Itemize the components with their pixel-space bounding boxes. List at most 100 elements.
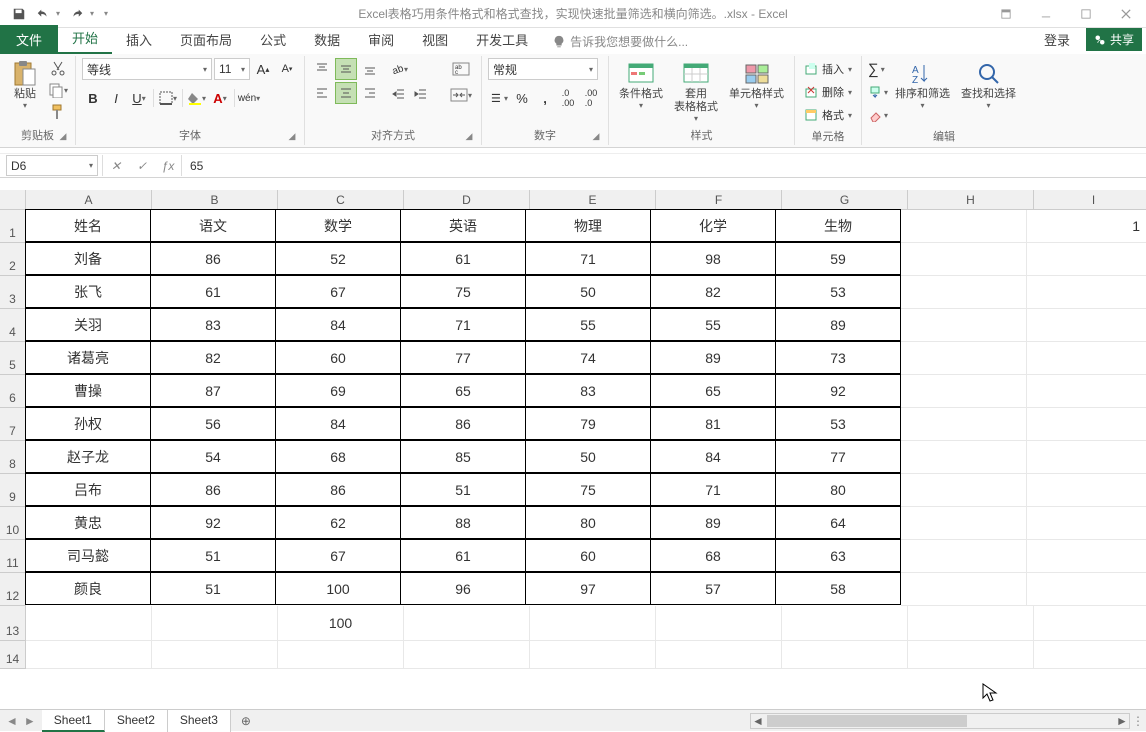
row-header-9[interactable]: 9 — [0, 474, 26, 507]
increase-decimal-button[interactable]: .0.00 — [557, 87, 579, 109]
cell-B14[interactable] — [152, 641, 278, 669]
horizontal-scrollbar[interactable]: ◄ ► — [750, 713, 1130, 729]
cell-E14[interactable] — [530, 641, 656, 669]
font-color-button[interactable]: A▾ — [209, 87, 231, 109]
tab-review[interactable]: 审阅 — [354, 25, 408, 54]
cell-I11[interactable] — [1027, 540, 1146, 573]
cell-A5[interactable]: 诸葛亮 — [25, 341, 151, 374]
login-link[interactable]: 登录 — [1030, 25, 1084, 54]
cell-B1[interactable]: 语文 — [150, 209, 276, 242]
cell-B4[interactable]: 83 — [150, 308, 276, 341]
cell-F2[interactable]: 98 — [650, 242, 776, 275]
sort-filter-button[interactable]: AZ 排序和筛选▾ — [891, 58, 954, 112]
row-header-1[interactable]: 1 — [0, 210, 26, 243]
cell-C6[interactable]: 69 — [275, 374, 401, 407]
cell-C1[interactable]: 数学 — [275, 209, 401, 242]
cell-A3[interactable]: 张飞 — [25, 275, 151, 308]
underline-button[interactable]: U▾ — [128, 87, 150, 109]
cell-I7[interactable] — [1027, 408, 1146, 441]
cell-C7[interactable]: 84 — [275, 407, 401, 440]
cell-A4[interactable]: 关羽 — [25, 308, 151, 341]
row-header-4[interactable]: 4 — [0, 309, 26, 342]
cell-G3[interactable]: 53 — [775, 275, 901, 308]
cell-B3[interactable]: 61 — [150, 275, 276, 308]
undo-button[interactable] — [32, 3, 54, 25]
cell-A13[interactable] — [26, 606, 152, 641]
font-name-select[interactable]: 等线▾ — [82, 58, 212, 80]
cell-I3[interactable] — [1027, 276, 1146, 309]
bold-button[interactable]: B — [82, 87, 104, 109]
cut-button[interactable] — [47, 58, 69, 78]
cell-F6[interactable]: 65 — [650, 374, 776, 407]
percent-button[interactable]: % — [511, 87, 533, 109]
cell-B10[interactable]: 92 — [150, 506, 276, 539]
copy-button[interactable]: ▾ — [47, 80, 69, 100]
row-header-6[interactable]: 6 — [0, 375, 26, 408]
cell-F12[interactable]: 57 — [650, 572, 776, 605]
sheet-nav-next[interactable]: ► — [24, 714, 36, 728]
orientation-button[interactable]: ab▾ — [388, 58, 410, 80]
cell-E12[interactable]: 97 — [525, 572, 651, 605]
cell-I8[interactable] — [1027, 441, 1146, 474]
cell-H2[interactable] — [901, 243, 1027, 276]
cell-D1[interactable]: 英语 — [400, 209, 526, 242]
cell-D2[interactable]: 61 — [400, 242, 526, 275]
align-top-button[interactable] — [311, 58, 333, 80]
cell-B13[interactable] — [152, 606, 278, 641]
cell-H9[interactable] — [901, 474, 1027, 507]
clear-button[interactable]: ▾ — [868, 104, 888, 126]
cell-G13[interactable] — [782, 606, 908, 641]
number-dialog-launcher[interactable]: ◢ — [590, 131, 602, 143]
cell-F11[interactable]: 68 — [650, 539, 776, 572]
cell-F10[interactable]: 89 — [650, 506, 776, 539]
cell-I1[interactable]: 1 — [1027, 210, 1146, 243]
cell-G5[interactable]: 73 — [775, 341, 901, 374]
paste-button[interactable]: 粘贴 ▾ — [6, 58, 44, 112]
cell-A12[interactable]: 颜良 — [25, 572, 151, 605]
cell-E9[interactable]: 75 — [525, 473, 651, 506]
cell-C8[interactable]: 68 — [275, 440, 401, 473]
row-header-2[interactable]: 2 — [0, 243, 26, 276]
cell-F9[interactable]: 71 — [650, 473, 776, 506]
clipboard-dialog-launcher[interactable]: ◢ — [57, 131, 69, 143]
cell-F13[interactable] — [656, 606, 782, 641]
font-dialog-launcher[interactable]: ◢ — [286, 131, 298, 143]
merge-center-button[interactable]: ▾ — [447, 84, 475, 106]
undo-dropdown[interactable]: ▾ — [56, 9, 64, 18]
col-header-C[interactable]: C — [278, 190, 404, 210]
italic-button[interactable]: I — [105, 87, 127, 109]
cell-D11[interactable]: 61 — [400, 539, 526, 572]
tab-insert[interactable]: 插入 — [112, 25, 166, 54]
cell-E4[interactable]: 55 — [525, 308, 651, 341]
cell-H14[interactable] — [908, 641, 1034, 669]
cell-E8[interactable]: 50 — [525, 440, 651, 473]
accounting-format-button[interactable]: ☰▾ — [488, 87, 510, 109]
cell-G7[interactable]: 53 — [775, 407, 901, 440]
cell-C3[interactable]: 67 — [275, 275, 401, 308]
cell-A6[interactable]: 曹操 — [25, 374, 151, 407]
cell-I13[interactable] — [1034, 606, 1146, 641]
alignment-dialog-launcher[interactable]: ◢ — [463, 131, 475, 143]
cell-A8[interactable]: 赵子龙 — [25, 440, 151, 473]
tab-file[interactable]: 文件 — [0, 25, 58, 54]
font-size-select[interactable]: 11▾ — [214, 58, 250, 80]
cell-G12[interactable]: 58 — [775, 572, 901, 605]
border-button[interactable]: ▾ — [157, 87, 179, 109]
row-headers[interactable]: 1234567891011121314 — [0, 210, 26, 669]
cell-D8[interactable]: 85 — [400, 440, 526, 473]
cell-F7[interactable]: 81 — [650, 407, 776, 440]
fill-button[interactable]: ▾ — [868, 81, 888, 103]
cell-D6[interactable]: 65 — [400, 374, 526, 407]
cell-I5[interactable] — [1027, 342, 1146, 375]
minimize-button[interactable] — [1026, 0, 1066, 28]
cell-I12[interactable] — [1027, 573, 1146, 606]
cell-H1[interactable] — [901, 210, 1027, 243]
cell-I4[interactable] — [1027, 309, 1146, 342]
cell-I14[interactable] — [1034, 641, 1146, 669]
save-button[interactable] — [8, 3, 30, 25]
col-header-H[interactable]: H — [908, 190, 1034, 210]
cell-C5[interactable]: 60 — [275, 341, 401, 374]
sheet-nav-prev[interactable]: ◄ — [6, 714, 18, 728]
cell-A14[interactable] — [26, 641, 152, 669]
redo-button[interactable] — [66, 3, 88, 25]
